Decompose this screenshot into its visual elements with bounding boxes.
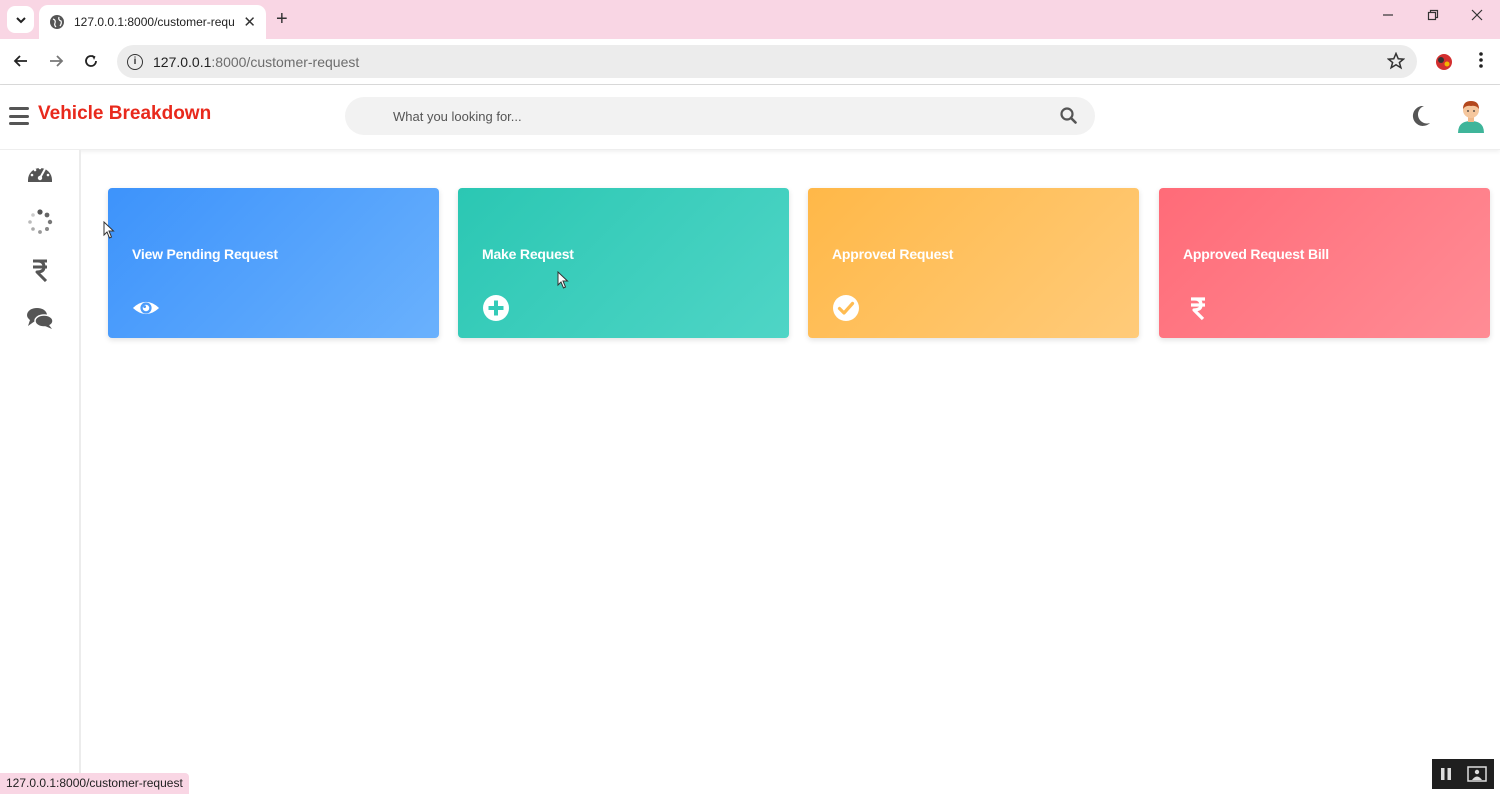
browser-tabstrip: 127.0.0.1:8000/customer-request ✕ + — [0, 0, 1500, 39]
window-close-icon[interactable] — [1471, 8, 1483, 26]
sidebar — [0, 150, 81, 794]
sidebar-item-feedback[interactable] — [26, 304, 54, 332]
dashboard-gauge-icon — [28, 166, 52, 182]
tab-title: 127.0.0.1:8000/customer-request — [74, 15, 234, 29]
eye-icon — [132, 301, 160, 315]
card-view-pending-request[interactable]: View Pending Request — [108, 188, 439, 338]
search-icon[interactable] — [1060, 107, 1077, 129]
globe-icon — [50, 15, 64, 29]
new-tab-button[interactable]: + — [276, 9, 288, 29]
dark-mode-moon-icon[interactable] — [1409, 104, 1431, 133]
search-input[interactable] — [393, 97, 1033, 135]
user-avatar-icon[interactable] — [1456, 99, 1486, 133]
card-title: Approved Request Bill — [1183, 246, 1329, 262]
sidebar-item-dashboard[interactable] — [26, 158, 54, 186]
card-title: Approved Request — [832, 246, 954, 262]
tab-close-icon[interactable]: ✕ — [243, 15, 256, 30]
rupee-icon — [33, 259, 48, 282]
sidebar-item-pending[interactable] — [26, 208, 54, 236]
app-header: Vehicle Breakdown — [0, 85, 1500, 150]
restore-icon[interactable] — [1427, 8, 1439, 26]
spinner-icon — [28, 209, 53, 234]
hamburger-menu-icon[interactable] — [9, 107, 29, 125]
back-arrow-icon[interactable] — [11, 51, 31, 71]
forward-arrow-icon[interactable] — [46, 51, 66, 71]
card-approved-request-bill[interactable]: Approved Request Bill — [1159, 188, 1490, 338]
recording-controls — [1432, 759, 1494, 789]
card-make-request[interactable]: Make Request — [458, 188, 789, 338]
tab-search-button[interactable] — [7, 6, 34, 33]
site-info-icon[interactable]: i — [127, 53, 143, 70]
browser-tab-active[interactable]: 127.0.0.1:8000/customer-request ✕ — [39, 5, 266, 39]
mouse-cursor-icon — [557, 271, 569, 289]
status-bar-url: 127.0.0.1:8000/customer-request — [0, 773, 189, 794]
browser-toolbar: i 127.0.0.1:8000/customer-request — [0, 39, 1500, 85]
card-approved-request[interactable]: Approved Request — [808, 188, 1139, 338]
card-title: View Pending Request — [132, 246, 278, 262]
reload-icon[interactable] — [81, 51, 101, 71]
sidebar-item-bill[interactable] — [26, 256, 54, 284]
mouse-cursor-icon — [103, 221, 115, 239]
rupee-icon — [1191, 297, 1205, 321]
plus-circle-icon — [483, 295, 509, 321]
address-url: 127.0.0.1:8000/customer-request — [153, 53, 360, 70]
address-bar[interactable]: i 127.0.0.1:8000/customer-request — [117, 45, 1417, 78]
check-circle-icon — [833, 295, 859, 321]
minimize-icon[interactable] — [1382, 8, 1394, 26]
search-bar — [345, 97, 1095, 135]
bookmark-star-icon[interactable] — [1386, 51, 1406, 75]
brand-title[interactable]: Vehicle Breakdown — [38, 103, 211, 125]
chevron-down-icon — [15, 16, 26, 23]
picture-in-picture-icon[interactable] — [1467, 766, 1487, 782]
browser-menu-icon[interactable] — [1478, 51, 1484, 74]
chat-bubbles-icon — [27, 308, 54, 329]
extension-icon[interactable] — [1434, 52, 1454, 72]
card-title: Make Request — [482, 246, 574, 262]
pause-icon[interactable] — [1439, 767, 1453, 781]
